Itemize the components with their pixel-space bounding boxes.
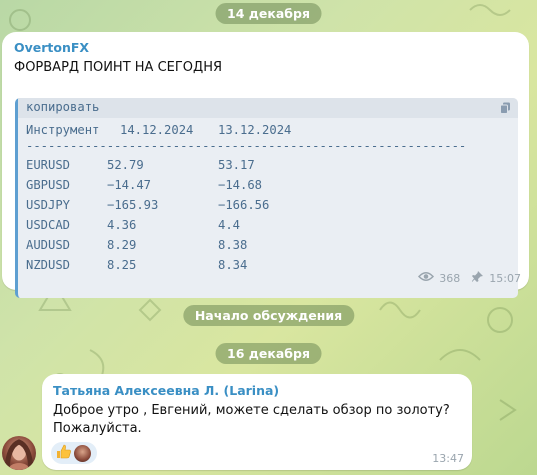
table-divider: ----------------------------------------…	[26, 139, 467, 153]
post-time: 15:07	[489, 271, 521, 285]
instrument-cell: GBPUSD	[26, 178, 71, 192]
column-header: 14.12.2024	[120, 123, 194, 137]
post-meta: 368 15:07	[418, 270, 521, 286]
channel-post[interactable]: OvertonFX ФОРВАРД ПОИНТ НА СЕГОДНЯ копир…	[2, 32, 529, 298]
post-sender[interactable]: OvertonFX	[14, 40, 89, 55]
value-cell: 8.34	[218, 258, 248, 272]
post-text: ФОРВАРД ПОИНТ НА СЕГОДНЯ	[14, 60, 222, 75]
thumbs-up-icon	[55, 443, 72, 464]
instrument-cell: AUDUSD	[26, 238, 71, 252]
comment-sender[interactable]: Татьяна Алексеевна Л. (Larina)	[53, 383, 279, 398]
instrument-cell: USDJPY	[26, 198, 71, 212]
column-header: Инструмент	[26, 123, 100, 137]
discussion-start-label: Начало обсуждения	[182, 305, 355, 326]
comment-message[interactable]: Татьяна Алексеевна Л. (Larina) Доброе ут…	[42, 374, 472, 470]
value-cell: 4.4	[218, 218, 241, 232]
code-block-header: копировать	[18, 98, 518, 118]
value-cell: 53.17	[218, 158, 255, 172]
view-count: 368	[439, 271, 461, 285]
date-separator: 16 декабря	[215, 343, 322, 364]
column-header: 13.12.2024	[218, 123, 292, 137]
value-cell: 8.38	[218, 238, 248, 252]
reactor-avatar	[74, 444, 91, 462]
comment-text-line: Пожалуйста.	[53, 421, 142, 436]
instrument-cell: NZDUSD	[26, 258, 71, 272]
comment-text-line: Доброе утро , Евгений, можете сделать об…	[53, 403, 450, 418]
comment-meta: 13:47	[432, 452, 464, 465]
instrument-cell: USDCAD	[26, 218, 71, 232]
date-separator: 14 декабря	[215, 3, 322, 24]
avatar[interactable]	[2, 436, 36, 470]
value-cell: 4.36	[107, 218, 137, 232]
comment-time: 13:47	[432, 452, 464, 465]
reaction-chip[interactable]	[51, 442, 97, 464]
value-cell: 8.25	[107, 258, 137, 272]
copy-label[interactable]: копировать	[26, 100, 99, 114]
value-cell: −166.56	[218, 198, 270, 212]
eye-icon	[418, 271, 435, 285]
value-cell: −165.93	[107, 198, 159, 212]
pin-icon	[471, 270, 484, 286]
value-cell: 52.79	[107, 158, 144, 172]
value-cell: −14.68	[218, 178, 263, 192]
code-block: копировать Инструмент 14.12.2024 13.12.2…	[15, 98, 518, 298]
value-cell: 8.29	[107, 238, 137, 252]
value-cell: −14.47	[107, 178, 152, 192]
instrument-cell: EURUSD	[26, 158, 71, 172]
copy-icon[interactable]	[500, 102, 511, 117]
